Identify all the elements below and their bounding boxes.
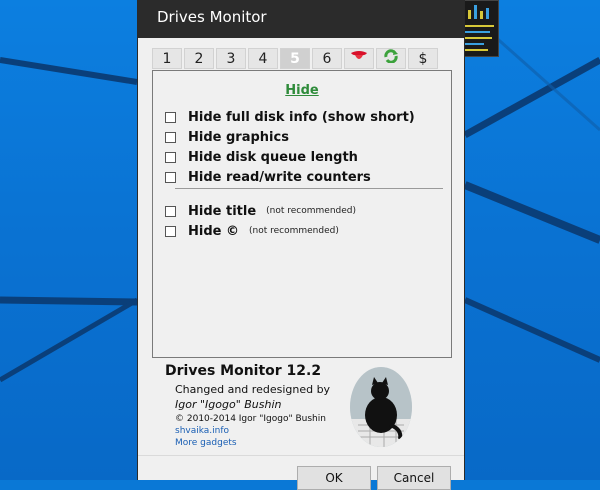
hide-options-panel: Hide Hide full disk info (show short) Hi… <box>152 70 452 358</box>
app-name-version: Drives Monitor 12.2 <box>165 363 322 379</box>
tab-3[interactable]: 3 <box>216 48 246 69</box>
option-label: Hide disk queue length <box>188 149 358 165</box>
option-hide-copyright[interactable]: Hide © (not recommended) <box>165 223 339 239</box>
checkbox[interactable] <box>165 151 176 163</box>
tongue-icon <box>350 49 368 69</box>
tab-tongue[interactable] <box>344 48 374 69</box>
option-hide-read-write-counters[interactable]: Hide read/write counters <box>165 169 371 185</box>
checkbox[interactable] <box>165 171 176 183</box>
refresh-icon <box>383 49 399 69</box>
copyright-text: © 2010-2014 Igor "Igogo" Bushin <box>175 414 326 424</box>
tab-strip: 1 2 3 4 5 6 $ <box>152 48 440 69</box>
checkbox[interactable] <box>165 225 176 237</box>
tab-2[interactable]: 2 <box>184 48 214 69</box>
checkbox[interactable] <box>165 111 176 123</box>
title-bar[interactable]: Drives Monitor <box>138 0 464 38</box>
author-name: Igor "Igogo" Bushin <box>175 398 282 411</box>
cancel-button[interactable]: Cancel <box>377 466 451 490</box>
checkbox[interactable] <box>165 205 176 217</box>
option-hide-title[interactable]: Hide title (not recommended) <box>165 203 356 219</box>
tab-5[interactable]: 5 <box>280 48 310 69</box>
option-hide-disk-queue-length[interactable]: Hide disk queue length <box>165 149 358 165</box>
option-hide-full-disk-info[interactable]: Hide full disk info (show short) <box>165 109 415 125</box>
author-cat-photo <box>350 367 412 447</box>
tab-6[interactable]: 6 <box>312 48 342 69</box>
window-title: Drives Monitor <box>157 8 267 26</box>
tab-4[interactable]: 4 <box>248 48 278 69</box>
tab-refresh[interactable] <box>376 48 406 69</box>
option-hide-graphics[interactable]: Hide graphics <box>165 129 289 145</box>
panel-title: Hide <box>285 83 319 98</box>
option-label: Hide read/write counters <box>188 169 371 185</box>
tab-donate[interactable]: $ <box>408 48 438 69</box>
option-label: Hide title <box>188 203 257 219</box>
ok-button[interactable]: OK <box>297 466 371 490</box>
footer-separator <box>138 455 464 456</box>
option-label: Hide full disk info (show short) <box>188 109 415 125</box>
option-label: Hide graphics <box>188 129 289 145</box>
option-note: (not recommended) <box>248 226 339 236</box>
credit-line: Changed and redesigned by <box>175 383 331 396</box>
drives-monitor-settings-window: Drives Monitor 1 2 3 4 5 6 $ Hide Hide f… <box>137 0 465 490</box>
option-label: Hide © <box>188 223 239 239</box>
divider <box>175 188 443 189</box>
option-note: (not recommended) <box>266 206 357 216</box>
more-gadgets-link[interactable]: More gadgets <box>175 438 237 448</box>
site-link[interactable]: shvaika.info <box>175 426 229 436</box>
checkbox[interactable] <box>165 131 176 143</box>
tab-1[interactable]: 1 <box>152 48 182 69</box>
